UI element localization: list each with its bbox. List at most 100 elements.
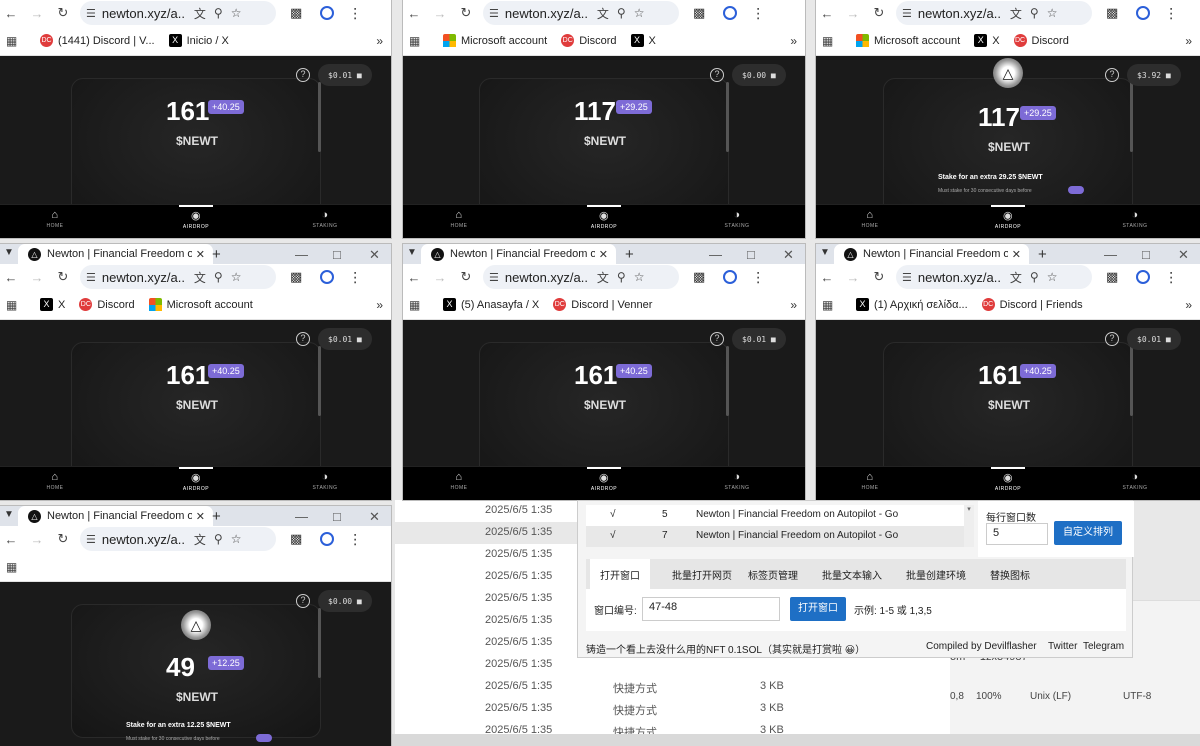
bookmark-star-icon[interactable]: ☆	[634, 6, 645, 20]
tab-batch-create[interactable]: 批量创建环境	[906, 567, 966, 582]
help-icon[interactable]: ?	[710, 332, 724, 346]
back-icon[interactable]: ←	[0, 6, 22, 21]
extensions-icon[interactable]: ▩	[693, 269, 705, 285]
site-info-icon[interactable]: ☰	[902, 271, 912, 284]
help-icon[interactable]: ?	[1105, 68, 1119, 82]
site-info-icon[interactable]: ☰	[86, 271, 96, 284]
back-icon[interactable]: ←	[0, 532, 22, 547]
tab-search-icon[interactable]: ▼	[820, 247, 830, 258]
open-window-button[interactable]: 打开窗口	[790, 597, 846, 621]
menu-icon[interactable]: ⋮	[751, 5, 765, 22]
browser-tab[interactable]: △ Newton | Financial Freedom on ✕	[834, 244, 1029, 264]
extensions-icon[interactable]: ▩	[290, 5, 302, 21]
more-bookmarks-icon[interactable]: »	[1185, 298, 1192, 312]
back-icon[interactable]: ←	[0, 270, 22, 285]
bookmark-star-icon[interactable]: ☆	[231, 270, 242, 284]
site-info-icon[interactable]: ☰	[86, 7, 96, 20]
minimize-icon[interactable]: —	[295, 509, 308, 524]
browser-tab[interactable]: △ Newton | Financial Freedom on ✕	[421, 244, 616, 264]
file-row[interactable]: 2025/6/5 1:35 快捷方式 3 KB	[395, 720, 955, 734]
profile-avatar[interactable]	[320, 532, 335, 546]
bookmark-item[interactable]: X Inicio / X	[168, 34, 229, 47]
address-bar[interactable]: ☰ newton.xyz/a... 文 ⚲ ☆	[483, 265, 679, 289]
help-icon[interactable]: ?	[296, 594, 310, 608]
close-window-icon[interactable]: ✕	[1178, 247, 1189, 263]
minimize-icon[interactable]: —	[709, 247, 722, 262]
maximize-icon[interactable]: □	[747, 247, 755, 262]
address-bar[interactable]: ☰ newton.xyz/a... 文 ⚲ ☆	[896, 1, 1092, 25]
nav-airdrop[interactable]: ◉ AIRDROP	[978, 471, 1038, 492]
wallet-button[interactable]: $0.01 ■	[732, 328, 786, 350]
apps-grid-icon[interactable]: ▦	[409, 34, 429, 48]
apps-grid-icon[interactable]: ▦	[6, 560, 26, 574]
tab-open-window[interactable]: 打开窗口	[590, 559, 650, 589]
reload-icon[interactable]: ↻	[455, 269, 477, 285]
wallet-button[interactable]: $3.92 ■	[1127, 64, 1181, 86]
zoom-icon[interactable]: ⚲	[1030, 270, 1039, 284]
list-row[interactable]: √ 5 Newton | Financial Freedom on Autopi…	[586, 505, 964, 526]
extensions-icon[interactable]: ▩	[1106, 269, 1118, 285]
window-no-input[interactable]: 47-48	[642, 597, 780, 621]
nav-home[interactable]: ⌂ HOME	[429, 471, 489, 491]
nav-airdrop[interactable]: ◉ AIRDROP	[166, 209, 226, 230]
more-bookmarks-icon[interactable]: »	[376, 34, 383, 48]
translate-icon[interactable]: 文	[194, 531, 206, 548]
reload-icon[interactable]: ↻	[455, 5, 477, 21]
nav-home[interactable]: ⌂ HOME	[429, 209, 489, 229]
new-tab-icon[interactable]: +	[212, 508, 221, 525]
menu-icon[interactable]: ⋮	[1164, 269, 1178, 286]
bookmark-item[interactable]: XX	[40, 298, 65, 311]
bookmark-item[interactable]: Microsoft account	[148, 298, 253, 311]
tab-batch-open-web[interactable]: 批量打开网页	[672, 567, 732, 582]
zoom-icon[interactable]: ⚲	[214, 532, 223, 546]
nav-home[interactable]: ⌂ HOME	[25, 471, 85, 491]
menu-icon[interactable]: ⋮	[348, 531, 362, 548]
forward-icon[interactable]: →	[842, 6, 864, 21]
nav-home[interactable]: ⌂ HOME	[840, 471, 900, 491]
nav-staking[interactable]: ◑ STAKING	[1105, 471, 1165, 491]
zoom-icon[interactable]: ⚲	[617, 6, 626, 20]
bookmark-star-icon[interactable]: ☆	[231, 6, 242, 20]
bookmark-item[interactable]: XX	[974, 34, 1000, 47]
translate-icon[interactable]: 文	[194, 269, 206, 286]
more-bookmarks-icon[interactable]: »	[790, 298, 797, 312]
maximize-icon[interactable]: □	[333, 509, 341, 524]
bookmark-item[interactable]: Microsoft account	[856, 34, 960, 47]
page-scrollbar[interactable]	[1130, 346, 1133, 416]
close-window-icon[interactable]: ✕	[369, 509, 380, 525]
forward-icon[interactable]: →	[429, 270, 451, 285]
nav-airdrop[interactable]: ◉ AIRDROP	[574, 209, 634, 230]
maximize-icon[interactable]: □	[1142, 247, 1150, 262]
wallet-button[interactable]: $0.01 ■	[318, 64, 372, 86]
back-icon[interactable]: ←	[816, 6, 838, 21]
list-scrollbar[interactable]: ▾	[964, 505, 974, 547]
bookmark-item[interactable]: X (1) Αρχική σελίδα...	[856, 298, 968, 311]
translate-icon[interactable]: 文	[194, 5, 206, 22]
apps-grid-icon[interactable]: ▦	[6, 34, 26, 48]
menu-icon[interactable]: ⋮	[348, 269, 362, 286]
nav-staking[interactable]: ◑ STAKING	[707, 209, 767, 229]
nav-airdrop[interactable]: ◉ AIRDROP	[166, 471, 226, 492]
per-row-input[interactable]: 5	[986, 523, 1048, 545]
tab-search-icon[interactable]: ▼	[407, 247, 417, 258]
tab-tab-manage[interactable]: 标签页管理	[748, 567, 798, 582]
bookmark-item[interactable]: DC Discord | Friends	[981, 298, 1083, 311]
back-icon[interactable]: ←	[816, 270, 838, 285]
address-bar[interactable]: ☰ newton.xyz/a... 文 ⚲ ☆	[80, 265, 276, 289]
address-bar[interactable]: ☰ newton.xyz/a... 文 ⚲ ☆	[80, 527, 276, 551]
minimize-icon[interactable]: —	[1104, 247, 1117, 262]
extensions-icon[interactable]: ▩	[290, 531, 302, 547]
help-icon[interactable]: ?	[296, 332, 310, 346]
browser-tab[interactable]: △ Newton | Financial Freedom on ✕	[18, 244, 213, 264]
tab-search-icon[interactable]: ▼	[4, 509, 14, 520]
new-tab-icon[interactable]: +	[1038, 246, 1047, 263]
bookmark-star-icon[interactable]: ☆	[634, 270, 645, 284]
reload-icon[interactable]: ↻	[52, 5, 74, 21]
tab-batch-text[interactable]: 批量文本输入	[822, 567, 882, 582]
address-bar[interactable]: ☰ newton.xyz/a... 文 ⚲ ☆	[80, 1, 276, 25]
page-scrollbar[interactable]	[318, 82, 321, 152]
close-tab-icon[interactable]: ✕	[196, 510, 205, 523]
page-scrollbar[interactable]	[1130, 82, 1133, 152]
maximize-icon[interactable]: □	[333, 247, 341, 262]
close-window-icon[interactable]: ✕	[783, 247, 794, 263]
